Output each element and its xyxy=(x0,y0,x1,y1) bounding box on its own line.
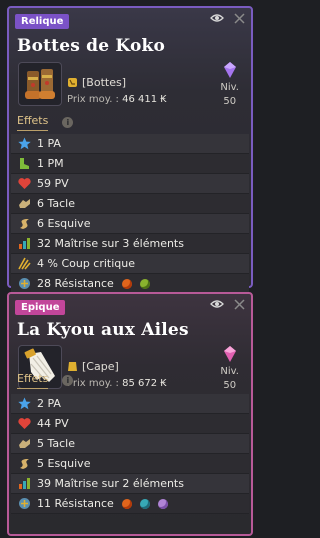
stat-row: 28 Résistance xyxy=(11,274,249,294)
stat-row: 39 Maîtrise sur 2 éléments xyxy=(11,474,249,494)
item-type-label: [Cape] xyxy=(82,360,119,373)
resistance-icon xyxy=(18,277,31,290)
level-label: Niv. xyxy=(220,82,239,93)
epique-gem-icon xyxy=(223,346,236,362)
stat-text: 1 PM xyxy=(37,157,64,170)
stat-row: 4 % Coup critique xyxy=(11,254,249,274)
stat-row: 6 Tacle xyxy=(11,194,249,214)
stat-text: 44 PV xyxy=(37,417,69,430)
tab-effects[interactable]: Effets xyxy=(17,372,49,389)
heart-icon xyxy=(18,417,31,430)
mastery-icon xyxy=(18,237,31,250)
cape-type-icon xyxy=(67,361,78,372)
stat-row: 59 PV xyxy=(11,174,249,194)
resistance-icon xyxy=(18,497,31,510)
stat-row: 44 PV xyxy=(11,414,249,434)
price-value: 46 411 xyxy=(122,94,158,105)
stats-list: 1 PA 1 PM 59 PV 6 Tacle 6 Esquive 32 Maî… xyxy=(11,134,249,294)
tab-effects[interactable]: Effets xyxy=(17,114,49,131)
kama-currency: ₭ xyxy=(160,94,167,105)
earth-element-icon xyxy=(139,278,150,289)
tooltip-controls xyxy=(210,13,245,27)
boot-icon xyxy=(18,157,31,170)
rarity-badge: Relique xyxy=(15,14,70,29)
stat-row: 5 Tacle xyxy=(11,434,249,454)
stat-text: 59 PV xyxy=(37,177,69,190)
fire-element-icon xyxy=(121,498,132,509)
hands-icon xyxy=(18,437,31,450)
price-value: 85 672 xyxy=(122,378,158,389)
crit-icon xyxy=(18,257,31,270)
level-value: 50 xyxy=(223,96,237,107)
kama-currency: ₭ xyxy=(160,378,167,389)
tooltip-controls xyxy=(210,299,245,313)
stat-row: 32 Maîtrise sur 3 éléments xyxy=(11,234,249,254)
stat-row: 1 PM xyxy=(11,154,249,174)
stat-text: 2 PA xyxy=(37,397,61,410)
level-value: 50 xyxy=(223,380,237,391)
info-icon[interactable]: i xyxy=(62,117,74,128)
item-tooltip-bottes-de-koko: Relique Bottes de Koko [Bottes] Prix moy… xyxy=(7,6,253,294)
tooltip-tabs: Effets i xyxy=(17,114,74,131)
boots-type-icon xyxy=(67,77,78,88)
stat-text: 4 % Coup critique xyxy=(37,257,136,270)
level-block: Niv. 50 xyxy=(220,346,239,391)
stat-text: 1 PA xyxy=(37,137,61,150)
stat-text: 5 Esquive xyxy=(37,457,91,470)
water-element-icon xyxy=(139,498,150,509)
star-icon xyxy=(18,137,31,150)
item-tooltip-la-kyou-aux-ailes: Epique La Kyou aux Ailes [Cape] Prix moy… xyxy=(7,292,253,536)
relique-gem-icon xyxy=(223,62,236,78)
item-name: La Kyou aux Ailes xyxy=(17,320,189,340)
stat-row: 6 Esquive xyxy=(11,214,249,234)
average-price: Prix moy. : 46 411 ₭ xyxy=(67,94,167,105)
stat-text: 5 Tacle xyxy=(37,437,76,450)
star-icon xyxy=(18,397,31,410)
level-label: Niv. xyxy=(220,366,239,377)
price-label: Prix moy. : xyxy=(67,378,119,389)
stat-text: 11 Résistance xyxy=(37,497,114,510)
average-price: Prix moy. : 85 672 ₭ xyxy=(67,378,167,389)
info-icon[interactable]: i xyxy=(62,375,74,386)
stat-row: 1 PA xyxy=(11,134,249,154)
fire-element-icon xyxy=(121,278,132,289)
close-icon[interactable] xyxy=(234,299,245,313)
dodge-icon xyxy=(18,217,31,230)
rarity-badge: Epique xyxy=(15,300,66,315)
eye-icon[interactable] xyxy=(210,13,224,27)
price-label: Prix moy. : xyxy=(67,94,119,105)
item-type: [Bottes] xyxy=(67,76,126,89)
close-icon[interactable] xyxy=(234,13,245,27)
air-element-icon xyxy=(157,498,168,509)
hands-icon xyxy=(18,197,31,210)
stat-text: 39 Maîtrise sur 2 éléments xyxy=(37,477,184,490)
stat-text: 28 Résistance xyxy=(37,277,114,290)
stat-row: 2 PA xyxy=(11,394,249,414)
mastery-icon xyxy=(18,477,31,490)
stat-row: 5 Esquive xyxy=(11,454,249,474)
tooltip-tabs: Effets i xyxy=(17,372,74,389)
stats-list: 2 PA 44 PV 5 Tacle 5 Esquive 39 Maîtrise… xyxy=(11,394,249,514)
item-name: Bottes de Koko xyxy=(17,36,165,56)
item-type-label: [Bottes] xyxy=(82,76,126,89)
stat-text: 6 Esquive xyxy=(37,217,91,230)
dodge-icon xyxy=(18,457,31,470)
eye-icon[interactable] xyxy=(210,299,224,313)
level-block: Niv. 50 xyxy=(220,62,239,107)
heart-icon xyxy=(18,177,31,190)
stat-row: 11 Résistance xyxy=(11,494,249,514)
stat-text: 32 Maîtrise sur 3 éléments xyxy=(37,237,184,250)
stat-text: 6 Tacle xyxy=(37,197,76,210)
item-type: [Cape] xyxy=(67,360,119,373)
boots-item-image xyxy=(18,62,62,106)
